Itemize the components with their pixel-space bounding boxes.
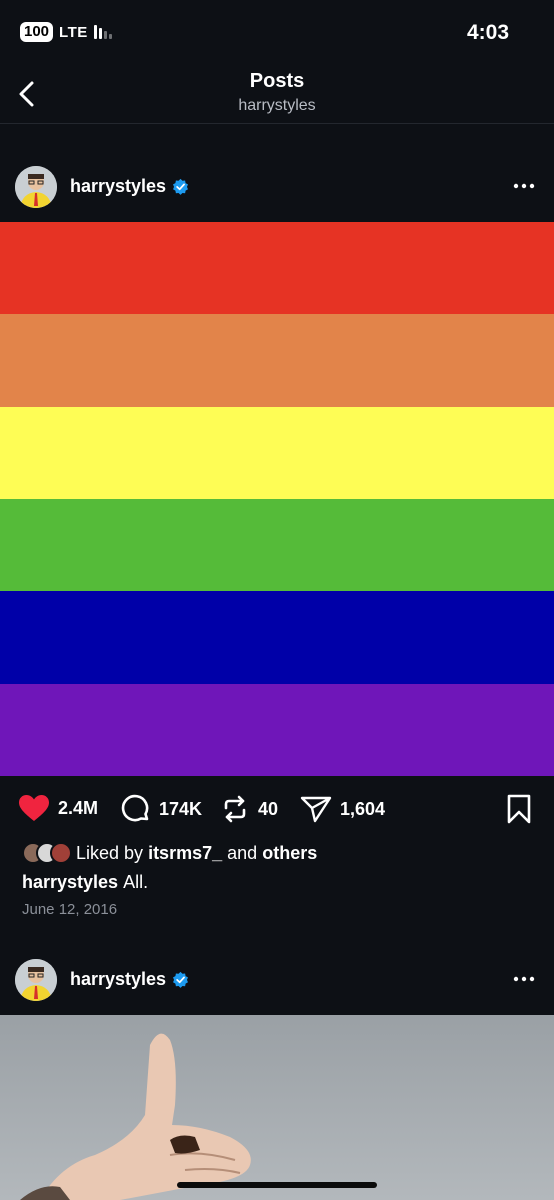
mini-avatar [50, 842, 72, 864]
caption-text: All. [123, 872, 149, 892]
flag-stripe-orange [0, 314, 554, 407]
post-image-rainbow-flag[interactable] [0, 222, 554, 776]
post-caption: harrystyles All. [22, 872, 148, 893]
battery-indicator: 100 [20, 22, 54, 42]
comment-icon [121, 794, 149, 822]
repost-icon [224, 795, 246, 823]
verified-badge-icon [173, 971, 189, 988]
author-name[interactable]: harrystyles [70, 969, 189, 990]
author-avatar[interactable] [15, 959, 57, 1001]
heart-icon [19, 795, 49, 821]
home-indicator [177, 1182, 377, 1188]
more-options-icon[interactable] [512, 969, 536, 989]
bookmark-icon[interactable] [506, 794, 532, 824]
flag-stripe-green [0, 498, 554, 592]
comment-count: 174K [159, 798, 203, 819]
status-bar: 100 LTE 4:03 [0, 0, 554, 64]
page-subtitle: harrystyles [238, 97, 316, 114]
post-actions: 2.4M 174K 40 1,604 [0, 790, 554, 830]
post-header: harrystyles [0, 164, 554, 216]
liked-user[interactable]: itsrms7_ [148, 843, 222, 864]
flag-stripe-red [0, 222, 554, 315]
comment-button[interactable]: 174K [121, 794, 202, 824]
liked-and: and [227, 842, 258, 863]
post-header: harrystyles [0, 957, 554, 1009]
verified-badge-icon [173, 178, 189, 195]
flag-stripe-yellow [0, 406, 554, 499]
thumbs-up-photo [20, 1033, 251, 1200]
author-name[interactable]: harrystyles [70, 176, 189, 197]
page-title: Posts [249, 70, 305, 92]
liked-others[interactable]: others [262, 843, 317, 864]
carrier-label: LTE [59, 23, 88, 41]
liked-prefix: Liked by [76, 842, 144, 863]
share-count: 1,604 [340, 798, 386, 819]
like-button[interactable]: 2.4M [18, 794, 98, 822]
author-username[interactable]: harrystyles [70, 176, 166, 197]
like-count: 2.4M [58, 797, 99, 818]
flag-stripe-blue [0, 591, 554, 684]
nav-header: Posts harrystyles [0, 64, 554, 124]
more-options-icon[interactable] [512, 176, 536, 196]
liked-by-avatars [22, 842, 72, 864]
post-date: June 12, 2016 [22, 901, 118, 918]
caption-author[interactable]: harrystyles [22, 872, 118, 892]
share-button[interactable]: 1,604 [300, 794, 385, 824]
author-avatar[interactable] [15, 166, 57, 208]
status-time: 4:03 [466, 21, 509, 44]
status-left: 100 LTE [20, 22, 112, 42]
repost-count: 40 [258, 798, 279, 819]
signal-icon [93, 25, 112, 39]
post-image-thumbs-up[interactable] [0, 1015, 554, 1200]
liked-by[interactable]: Liked by itsrms7_ and others [22, 842, 317, 864]
flag-stripe-purple [0, 683, 554, 776]
author-username[interactable]: harrystyles [70, 969, 166, 990]
repost-button[interactable]: 40 [220, 794, 278, 824]
send-icon [300, 796, 332, 823]
